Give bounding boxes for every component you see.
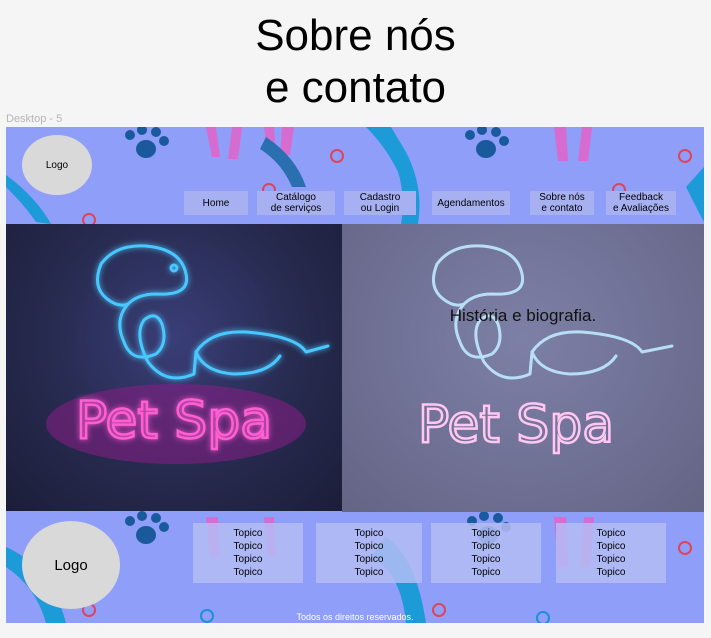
ring-decoration	[330, 149, 344, 163]
ring-decoration	[678, 541, 692, 555]
nav-signup-login[interactable]: Cadastro ou Login	[344, 191, 416, 215]
nav-catalog[interactable]: Catálogo de serviços	[257, 191, 335, 215]
nav-label: Agendamentos	[437, 197, 505, 209]
nav-label: Catálogo	[275, 192, 316, 203]
footer-topic-column: Topico Topico Topico Topico	[556, 523, 666, 583]
footer-topic-link[interactable]: Topico	[234, 566, 263, 579]
footer-topic-link[interactable]: Topico	[355, 566, 384, 579]
history-panel: Pet Spa História e biografia.	[342, 224, 704, 512]
footer-topic-link[interactable]: Topico	[472, 540, 501, 553]
faded-neon-sign: Pet Spa	[417, 244, 674, 456]
nav-label: de serviços	[270, 203, 322, 214]
history-text: História e biografia.	[449, 306, 597, 325]
footer-topic-link[interactable]: Topico	[234, 540, 263, 553]
footer-topic-link[interactable]: Topico	[472, 566, 501, 579]
footer-topic-link[interactable]: Topico	[355, 527, 384, 540]
nav-label: Feedback	[619, 192, 663, 203]
page-title: Sobre nós e contato	[0, 10, 711, 114]
footer-topic-link[interactable]: Topico	[597, 540, 626, 553]
page-title-line-2: e contato	[264, 63, 447, 112]
footer-logo[interactable]: Logo	[22, 521, 120, 609]
nav-feedback[interactable]: Feedback e Avaliações	[606, 191, 676, 215]
pet-spa-sign-text: Pet Spa	[76, 391, 272, 451]
nav-label: e Avaliações	[613, 203, 669, 214]
footer-topic-link[interactable]: Topico	[597, 566, 626, 579]
faded-sign-text: Pet Spa	[418, 395, 614, 455]
footer-topic-link[interactable]: Topico	[234, 553, 263, 566]
ring-decoration	[678, 149, 692, 163]
page-title-line-1: Sobre nós	[255, 11, 456, 60]
footer-topic-link[interactable]: Topico	[597, 553, 626, 566]
copyright-text: Todos os direitos reservados.	[296, 612, 414, 622]
nav-label: Home	[202, 197, 230, 209]
nav-label: Cadastro	[359, 192, 401, 203]
desktop-frame: Logo Home Catálogo de serviços Cadastro …	[6, 127, 704, 623]
logo[interactable]: Logo	[22, 135, 92, 195]
footer-topic-link[interactable]: Topico	[234, 527, 263, 540]
nav-label: Sobre nós	[539, 192, 585, 203]
nav-appointments[interactable]: Agendamentos	[432, 191, 510, 215]
footer-topic-link[interactable]: Topico	[355, 553, 384, 566]
footer-topic-column: Topico Topico Topico Topico	[316, 523, 422, 583]
pet-spa-neon-sign: Pet Spa	[46, 244, 330, 464]
nav-label: ou Login	[360, 203, 400, 214]
footer-topic-link[interactable]: Topico	[472, 527, 501, 540]
hero-image: Pet Spa	[6, 224, 342, 511]
frame-label: Desktop - 5	[6, 113, 63, 125]
footer-topic-link[interactable]: Topico	[472, 553, 501, 566]
footer-topic-column: Topico Topico Topico Topico	[193, 523, 303, 583]
footer-topic-link[interactable]: Topico	[597, 527, 626, 540]
nav-home[interactable]: Home	[184, 191, 248, 215]
footer-topic-column: Topico Topico Topico Topico	[431, 523, 541, 583]
footer-topic-link[interactable]: Topico	[355, 540, 384, 553]
nav-label: e contato	[541, 203, 583, 214]
nav-about-contact[interactable]: Sobre nós e contato	[530, 191, 594, 215]
